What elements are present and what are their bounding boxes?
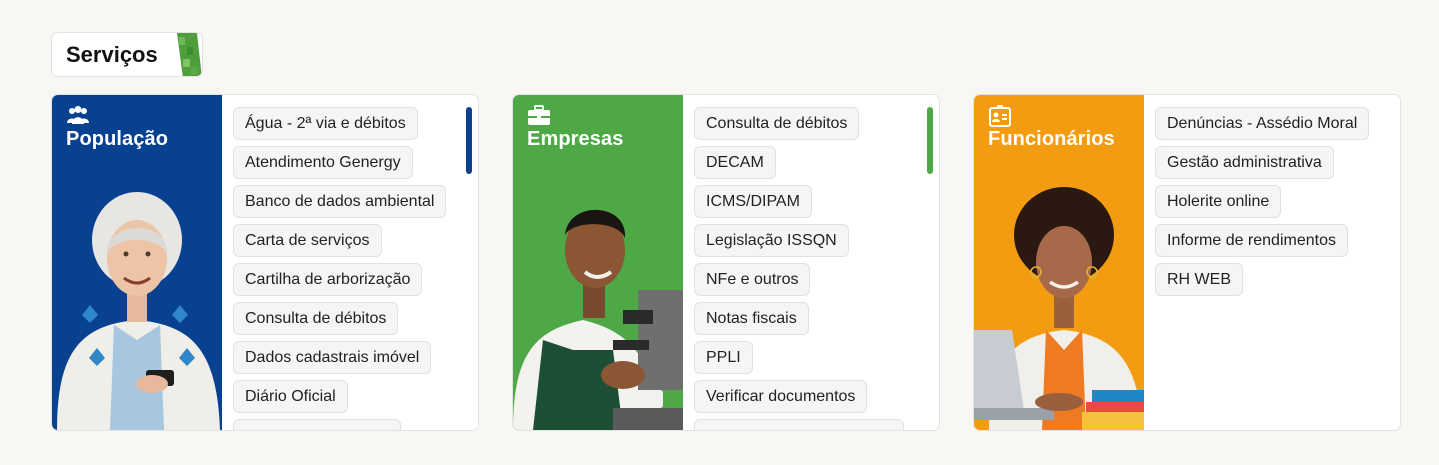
service-link[interactable]: Dados cadastrais imóvel — [233, 341, 432, 374]
service-link[interactable]: DECAM — [694, 146, 776, 179]
card-funcionarios-list: Denúncias - Assédio Moral Gestão adminis… — [1155, 107, 1380, 430]
briefcase-icon — [528, 105, 550, 125]
service-link[interactable]: Verificar documentos — [694, 380, 868, 413]
service-link[interactable]: Água - 2ª via e débitos — [233, 107, 418, 140]
card-populacao-header: População — [66, 105, 168, 151]
elderly-woman-photo — [57, 192, 220, 430]
card-empresas: Empresas Consulta de débitos DECAM ICMS/… — [512, 94, 940, 431]
card-empresas-panel[interactable]: Empresas — [513, 95, 683, 430]
card-populacao-panel[interactable]: População — [52, 95, 222, 430]
service-link-partial[interactable] — [694, 419, 904, 430]
service-link[interactable]: ICMS/DIPAM — [694, 185, 812, 218]
service-link[interactable]: Carta de serviços — [233, 224, 382, 257]
title-accent-graphic — [177, 33, 202, 76]
service-link[interactable]: Consulta de débitos — [694, 107, 860, 140]
card-populacao-scrollbar[interactable] — [466, 107, 472, 174]
service-link[interactable]: Cartilha de arborização — [233, 263, 423, 296]
id-badge-icon — [989, 105, 1011, 127]
card-empresas-scrollbar[interactable] — [927, 107, 933, 174]
office-woman-photo — [974, 187, 1144, 430]
people-icon — [67, 106, 89, 124]
section-title-label: Serviços — [66, 41, 158, 67]
card-funcionarios-header: Funcionários — [988, 105, 1115, 151]
service-link[interactable]: Banco de dados ambiental — [233, 185, 447, 218]
service-link[interactable]: NFe e outros — [694, 263, 811, 296]
service-link[interactable]: Diário Oficial — [233, 380, 348, 413]
service-link[interactable]: Atendimento Genergy — [233, 146, 413, 179]
card-empresas-title: Empresas — [527, 128, 624, 150]
card-empresas-header: Empresas — [527, 105, 623, 151]
section-title: Serviços — [51, 32, 203, 77]
card-populacao: População Água - 2ª via e débitos Atendi… — [51, 94, 479, 431]
service-link-partial[interactable] — [233, 419, 401, 430]
service-link[interactable]: Consulta de débitos — [233, 302, 399, 335]
service-link[interactable]: PPLI — [694, 341, 753, 374]
card-populacao-title: População — [66, 128, 169, 150]
service-link[interactable]: Legislação ISSQN — [694, 224, 849, 257]
card-funcionarios-panel[interactable]: Funcionários — [974, 95, 1144, 430]
card-populacao-list: Água - 2ª via e débitos Atendimento Gene… — [233, 107, 458, 430]
service-link[interactable]: Denúncias - Assédio Moral — [1155, 107, 1370, 140]
barista-photo — [513, 209, 683, 430]
service-link[interactable]: RH WEB — [1155, 263, 1243, 296]
service-link[interactable]: Holerite online — [1155, 185, 1282, 218]
card-funcionarios: Funcionários Denúncias - Assédio Moral G… — [973, 94, 1401, 431]
service-link[interactable]: Informe de rendimentos — [1155, 224, 1348, 257]
service-link[interactable]: Notas fiscais — [694, 302, 809, 335]
card-empresas-list: Consulta de débitos DECAM ICMS/DIPAM Leg… — [694, 107, 919, 430]
service-link[interactable]: Gestão administrativa — [1155, 146, 1334, 179]
card-funcionarios-title: Funcionários — [988, 128, 1115, 150]
